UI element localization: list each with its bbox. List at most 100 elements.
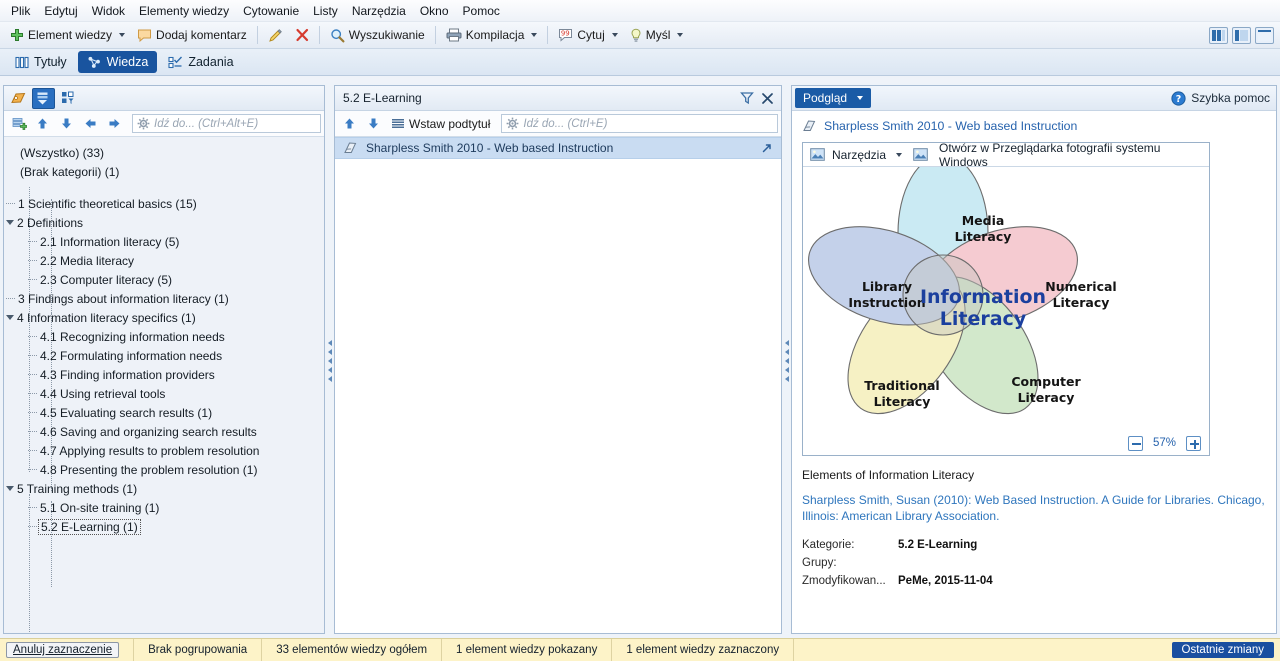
keywords-view-button[interactable] bbox=[32, 87, 55, 109]
menu-item-widok[interactable]: Widok bbox=[85, 2, 132, 20]
add-category-button[interactable] bbox=[7, 113, 30, 134]
svg-text:?: ? bbox=[1176, 94, 1182, 105]
tree-item[interactable]: 4.8 Presenting the problem resolution (1… bbox=[4, 460, 324, 479]
tree-item[interactable]: 4 Information literacy specifics (1) bbox=[4, 308, 324, 327]
minus-icon bbox=[1131, 443, 1141, 445]
tab-zadania[interactable]: Zadania bbox=[159, 51, 242, 73]
menu-item-elementy-wiedzy[interactable]: Elementy wiedzy bbox=[132, 2, 236, 20]
chevron-down-icon[interactable] bbox=[677, 33, 684, 37]
tree-item-label: 2.2 Media literacy bbox=[40, 253, 135, 268]
splitter-right[interactable] bbox=[782, 83, 791, 638]
last-changes-button[interactable]: Ostatnie zmiany bbox=[1171, 642, 1274, 658]
chevron-down-icon[interactable] bbox=[531, 33, 538, 37]
category-tree[interactable]: (Wszystko) (33) (Brak kategorii) (1) 1 Sci… bbox=[4, 137, 324, 633]
chevron-down-icon[interactable] bbox=[857, 96, 864, 100]
quote-button[interactable]: 99 Cytuj bbox=[552, 25, 623, 46]
gear-icon[interactable] bbox=[506, 117, 519, 130]
tree-item[interactable]: 2 Definitions bbox=[4, 213, 324, 232]
move-up-button[interactable] bbox=[31, 113, 54, 134]
tree-item[interactable]: 2.1 Information literacy (5) bbox=[4, 232, 324, 251]
goto-field-mid[interactable]: Idź do... (Ctrl+E) bbox=[501, 114, 778, 133]
preview-header: Podgląd ? Szybka pomoc bbox=[792, 86, 1276, 111]
preview-document-title[interactable]: Sharpless Smith 2010 - Web based Instruc… bbox=[802, 119, 1266, 133]
move-right-button[interactable] bbox=[103, 113, 126, 134]
filter-icon[interactable] bbox=[737, 89, 757, 108]
tree-item[interactable]: (Brak kategorii) (1) bbox=[4, 162, 324, 181]
layout-buttons-group bbox=[1209, 26, 1274, 44]
close-icon[interactable] bbox=[757, 89, 777, 108]
menu-item-listy[interactable]: Listy bbox=[306, 2, 345, 20]
edit-button[interactable] bbox=[262, 25, 289, 46]
tab-wiedza[interactable]: Wiedza bbox=[77, 51, 158, 73]
move-up-button[interactable] bbox=[338, 113, 361, 134]
tree-item[interactable]: 4.1 Recognizing information needs bbox=[4, 327, 324, 346]
menu-item-plik[interactable]: Plik bbox=[4, 2, 37, 20]
chevron-down-icon[interactable] bbox=[896, 152, 903, 157]
splitter-arrow bbox=[327, 357, 332, 364]
menu-item-narzedzia[interactable]: Narzędzia bbox=[345, 2, 413, 20]
tree-connector bbox=[28, 260, 37, 261]
tree-item[interactable]: 5 Training methods (1) bbox=[4, 479, 324, 498]
thought-button[interactable]: Myśl bbox=[624, 25, 690, 46]
tree-item[interactable]: 4.6 Saving and organizing search results bbox=[4, 422, 324, 441]
categories-view-button[interactable] bbox=[7, 88, 30, 109]
chevron-down-icon[interactable] bbox=[119, 33, 126, 37]
preview-mode-button[interactable]: Podgląd bbox=[795, 88, 872, 108]
tree-item[interactable]: (Wszystko) (33) bbox=[4, 143, 324, 162]
layout-single-pane-button[interactable] bbox=[1255, 26, 1274, 44]
zoom-out-button[interactable] bbox=[1127, 435, 1143, 451]
splitter-grip[interactable] bbox=[327, 339, 332, 382]
knowledge-item-list[interactable]: Sharpless Smith 2010 - Web based Instruc… bbox=[335, 137, 781, 633]
search-button[interactable]: Wyszukiwanie bbox=[324, 25, 431, 46]
tree-item[interactable]: 5.2 E-Learning (1) bbox=[4, 517, 324, 536]
tree-item[interactable]: 4.2 Formulating information needs bbox=[4, 346, 324, 365]
tab-tytuly[interactable]: Tytuły bbox=[6, 51, 76, 73]
gear-icon[interactable] bbox=[137, 117, 150, 130]
quick-help-button[interactable]: ? Szybka pomoc bbox=[1171, 90, 1270, 106]
tree-item-label: 3 Findings about information literacy (1… bbox=[18, 291, 229, 306]
tree-expander-icon[interactable] bbox=[6, 486, 14, 491]
move-down-button[interactable] bbox=[362, 113, 385, 134]
layout-two-pane-button[interactable] bbox=[1232, 26, 1251, 44]
splitter-left[interactable] bbox=[325, 83, 334, 638]
compilation-button[interactable]: Kompilacja bbox=[440, 25, 544, 46]
menu-item-edytuj[interactable]: Edytuj bbox=[37, 2, 84, 20]
quote-icon: 99 bbox=[558, 28, 573, 42]
goto-field-left[interactable]: Idź do... (Ctrl+Alt+E) bbox=[132, 114, 321, 133]
tree-item[interactable]: 4.3 Finding information providers bbox=[4, 365, 324, 384]
tree-expander-icon[interactable] bbox=[6, 220, 14, 225]
chevron-down-icon[interactable] bbox=[611, 33, 618, 37]
move-left-button[interactable] bbox=[79, 113, 102, 134]
tree-item[interactable]: 5.1 On-site training (1) bbox=[4, 498, 324, 517]
tree-expander-icon[interactable] bbox=[6, 315, 14, 320]
splitter-arrow bbox=[784, 348, 789, 355]
move-down-button[interactable] bbox=[55, 113, 78, 134]
tree-item[interactable]: 3 Findings about information literacy (1… bbox=[4, 289, 324, 308]
tree-item[interactable]: 2.2 Media literacy bbox=[4, 251, 324, 270]
splitter-grip[interactable] bbox=[784, 339, 789, 382]
filter-view-button[interactable] bbox=[57, 88, 80, 109]
menu-item-okno[interactable]: Okno bbox=[413, 2, 456, 20]
insert-subtitle-button[interactable]: Wstaw podtytuł bbox=[386, 113, 495, 134]
add-comment-button[interactable]: Dodaj komentarz bbox=[131, 25, 253, 46]
new-knowledge-item-button[interactable]: Element wiedzy bbox=[4, 25, 131, 46]
open-with-label[interactable]: Otwórz w Przeglądarka fotografii systemu… bbox=[939, 141, 1202, 169]
open-external-icon[interactable] bbox=[761, 142, 773, 154]
citation-text[interactable]: Sharpless Smith, Susan (2010): Web Based… bbox=[802, 492, 1266, 524]
tree-item[interactable]: 4.4 Using retrieval tools bbox=[4, 384, 324, 403]
cancel-selection-button[interactable]: Anuluj zaznaczenie bbox=[6, 642, 120, 658]
delete-button[interactable] bbox=[289, 25, 315, 46]
lines-icon bbox=[391, 118, 405, 130]
layout-three-pane-button[interactable] bbox=[1209, 26, 1228, 44]
metadata-block: Kategorie: 5.2 E-Learning Grupy: Zmodyfi… bbox=[802, 536, 1266, 590]
tree-item[interactable]: 2.3 Computer literacy (5) bbox=[4, 270, 324, 289]
tree-item[interactable]: 1 Scientific theoretical basics (15) bbox=[4, 194, 324, 213]
tree-item[interactable]: 4.5 Evaluating search results (1) bbox=[4, 403, 324, 422]
list-item[interactable]: Sharpless Smith 2010 - Web based Instruc… bbox=[335, 137, 781, 159]
menu-item-pomoc[interactable]: Pomoc bbox=[456, 2, 507, 20]
tree-item[interactable]: 4.7 Applying results to problem resoluti… bbox=[4, 441, 324, 460]
venn-label-library: Library bbox=[862, 279, 912, 294]
tree-item-label: 2.1 Information literacy (5) bbox=[40, 234, 180, 249]
menu-item-cytowanie[interactable]: Cytowanie bbox=[236, 2, 306, 20]
zoom-in-button[interactable] bbox=[1186, 435, 1201, 451]
